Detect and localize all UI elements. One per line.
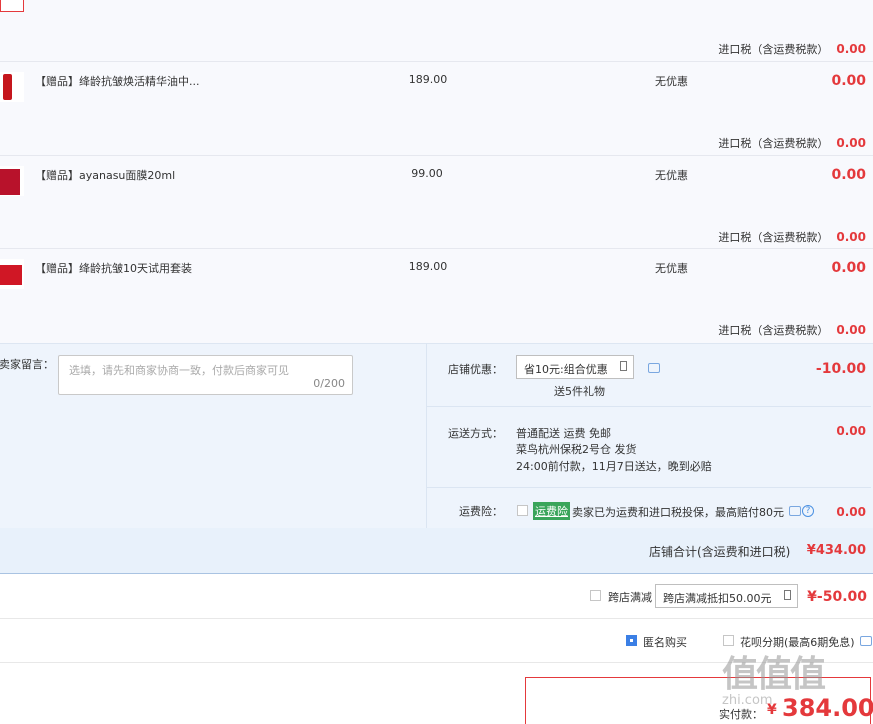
store-discount-amount: -10.00 [815, 361, 866, 377]
item-price: 189.00 [408, 73, 448, 86]
store-total-value: ¥434.00 [806, 543, 866, 558]
panel-row-divider [427, 406, 871, 407]
cross-store-value: 跨店满减抵扣50.00元 [663, 592, 772, 605]
tax-label: 进口税（含运费税款） [718, 324, 829, 337]
shipping-line2: 菜鸟杭州保税2号仓 发货 [516, 443, 637, 456]
item-price: 99.00 [411, 167, 443, 180]
shipping-line1[interactable]: 普通配送 运费 免邮 [516, 425, 611, 441]
chevron-down-icon [620, 361, 627, 371]
message-label: 给卖家留言： [0, 358, 54, 371]
anonymous-checkbox[interactable] [626, 635, 637, 646]
item-thumbnail[interactable] [0, 259, 24, 289]
insurance-text: 卖家已为运费和进口税投保，最高赔付80元 [572, 506, 784, 519]
item-tax: 进口税（含运费税款） 0.00 [718, 229, 866, 245]
item-tax: 进口税（含运费税款） 0.00 [718, 322, 866, 338]
shipping-label: 运送方式： [448, 427, 503, 440]
store-discount-select[interactable]: 省10元:组合优惠 [516, 355, 634, 379]
insurance-label: 运费险： [459, 505, 503, 518]
item-amount: 0.00 [831, 260, 866, 276]
chat-icon[interactable] [648, 363, 660, 373]
tax-value: 0.00 [836, 230, 866, 244]
item-tax: 进口税（含运费税款） 0.00 [718, 135, 866, 151]
item-price: 189.00 [408, 260, 448, 273]
panel-row-divider [427, 487, 871, 488]
store-discount-value: 省10元:组合优惠 [524, 363, 608, 376]
item-amount: 0.00 [831, 73, 866, 89]
tax-value: 0.00 [836, 323, 866, 337]
prev-item-thumb[interactable] [0, 0, 24, 12]
site-watermark: 值值值 zhi.com [722, 645, 867, 724]
item-thumbnail[interactable] [0, 166, 24, 196]
store-total-label: 店铺合计(含运费和进口税) [649, 545, 791, 559]
cross-store-checkbox[interactable] [590, 590, 601, 601]
item-row: 【赠品】ayanasu面膜20ml 99.00 无优惠 0.00 进口税（含运费… [0, 156, 873, 249]
store-gift-text[interactable]: 送5件礼物 [554, 383, 605, 399]
message-placeholder: 选填，请先和商家协商一致，付款后商家可见 [69, 364, 289, 377]
item-name[interactable]: 【赠品】绛龄抗皱10天试用套装 [35, 260, 192, 276]
item-discount: 无优惠 [655, 169, 688, 182]
tax-label: 进口税（含运费税款） [718, 137, 829, 150]
tax-value: 0.00 [836, 42, 866, 56]
order-items: 进口税（含运费税款） 0.00 【赠品】绛龄抗皱焕活精华油中... 189.00 … [0, 0, 873, 343]
help-icon[interactable]: ? [802, 505, 814, 517]
cross-store-select[interactable]: 跨店满减抵扣50.00元 [655, 584, 798, 608]
store-total-bar: 店铺合计(含运费和进口税) ¥434.00 [0, 528, 873, 574]
item-discount: 无优惠 [655, 262, 688, 275]
insurance-checkbox[interactable] [517, 505, 528, 516]
tax-label: 进口税（含运费税款） [718, 231, 829, 244]
watermark-logo: 值值值 [722, 654, 826, 695]
cross-store-amount: ¥-50.00 [807, 589, 867, 605]
shipping-amount: 0.00 [836, 424, 866, 438]
chat-icon[interactable] [789, 506, 801, 516]
section-divider [0, 618, 873, 619]
tax-value: 0.00 [836, 136, 866, 150]
item-amount: 0.00 [831, 167, 866, 183]
message-textarea[interactable]: 选填，请先和商家协商一致，付款后商家可见 0/200 [58, 355, 353, 395]
tax-label: 进口税（含运费税款） [718, 43, 829, 56]
item-name[interactable]: 【赠品】ayanasu面膜20ml [35, 167, 175, 183]
panel-divider [426, 343, 427, 528]
prev-item-tax: 进口税（含运费税款） 0.00 [718, 41, 866, 57]
item-discount: 无优惠 [655, 75, 688, 88]
insurance-tag[interactable]: 运费险 [533, 502, 570, 520]
message-counter: 0/200 [313, 377, 345, 390]
anonymous-label[interactable]: 匿名购买 [643, 634, 687, 650]
item-row: 【赠品】绛龄抗皱10天试用套装 189.00 无优惠 0.00 进口税（含运费税… [0, 249, 873, 342]
item-thumbnail[interactable] [0, 72, 24, 102]
item-row: 【赠品】绛龄抗皱焕活精华油中... 189.00 无优惠 0.00 进口税（含运… [0, 62, 873, 155]
cross-store-label: 跨店满减 [608, 591, 652, 604]
chevron-down-icon [784, 590, 791, 600]
item-name[interactable]: 【赠品】绛龄抗皱焕活精华油中... [35, 73, 200, 89]
insurance-amount: 0.00 [836, 505, 866, 519]
store-discount-label: 店铺优惠： [448, 363, 503, 376]
shipping-line3: 24:00前付款，11月7日送达，晚到必赔 [516, 460, 712, 473]
